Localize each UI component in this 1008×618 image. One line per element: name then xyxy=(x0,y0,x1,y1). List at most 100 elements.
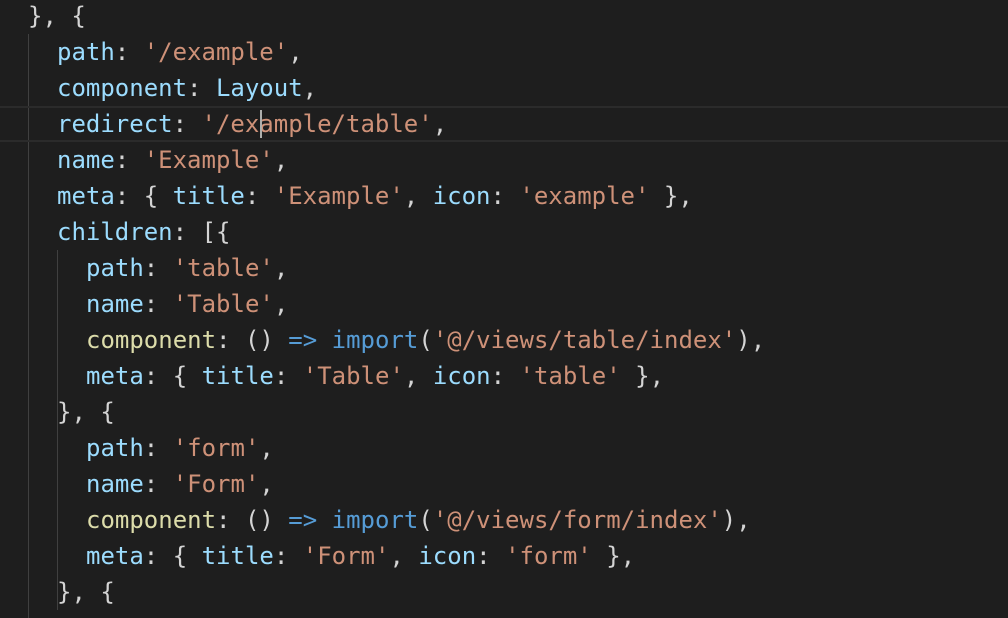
code-token: Layout xyxy=(215,74,303,102)
code-line-text: meta: { title: 'Table', icon: 'table' }, xyxy=(86,358,664,394)
code-token: ( xyxy=(418,506,433,534)
code-token: 'form' xyxy=(172,434,260,462)
code-token: , xyxy=(259,434,274,462)
code-token: }, xyxy=(591,542,636,570)
code-token: }, { xyxy=(57,578,115,606)
code-line[interactable]: name: 'Example', xyxy=(0,142,1008,178)
code-token: : [{ xyxy=(172,218,231,246)
code-editor[interactable]: }, {path: '/example', component: Layout, r… xyxy=(0,0,1008,618)
code-token: import xyxy=(331,326,419,354)
code-token: , xyxy=(273,290,289,318)
code-token: ), xyxy=(721,506,751,534)
code-token: : xyxy=(476,542,506,570)
code-token: 'Table' xyxy=(172,290,274,318)
code-line-current[interactable]: redirect: '/example/table', xyxy=(0,106,1008,142)
code-token: , xyxy=(302,74,318,102)
code-token: import xyxy=(331,506,419,534)
code-token: : xyxy=(143,290,173,318)
code-token: path xyxy=(57,38,115,66)
code-line-text: redirect: '/example/table', xyxy=(57,108,447,140)
code-token: '/example' xyxy=(143,38,289,66)
code-token: : xyxy=(273,362,303,390)
code-token: 'Form' xyxy=(302,542,390,570)
code-token: title xyxy=(172,182,245,210)
code-token: , xyxy=(389,542,419,570)
code-token: 'Form' xyxy=(172,470,260,498)
code-token: : xyxy=(490,182,520,210)
code-line[interactable]: name: 'Table', xyxy=(0,286,1008,322)
code-token: ), xyxy=(736,326,766,354)
code-token: 'Example' xyxy=(143,146,274,174)
code-line[interactable]: }, { xyxy=(0,394,1008,430)
code-token: }, xyxy=(620,362,665,390)
code-token: : xyxy=(490,362,520,390)
code-token: '@/views/form/index' xyxy=(432,506,722,534)
code-token: : { xyxy=(143,362,202,390)
code-line[interactable]: path: 'table', xyxy=(0,250,1008,286)
code-token: : () xyxy=(216,506,289,534)
code-token: meta xyxy=(86,362,144,390)
code-line[interactable]: children: [{ xyxy=(0,214,1008,250)
code-line[interactable]: meta: { title: 'Form', icon: 'form' }, xyxy=(0,538,1008,574)
code-token: title xyxy=(201,542,274,570)
code-token: name xyxy=(86,290,144,318)
code-token: => xyxy=(288,326,318,354)
code-token: component xyxy=(86,326,217,354)
code-token: }, { xyxy=(57,398,115,426)
code-token: , xyxy=(273,146,289,174)
code-token: , xyxy=(403,182,433,210)
code-line-text: }, { xyxy=(57,394,115,430)
code-token: , xyxy=(273,254,289,282)
code-token: name xyxy=(57,146,115,174)
code-line[interactable]: component: () => import('@/views/table/i… xyxy=(0,322,1008,358)
code-line-text: children: [{ xyxy=(57,214,230,250)
code-line[interactable]: meta: { title: 'Table', icon: 'table' }, xyxy=(0,358,1008,394)
code-token: }, { xyxy=(28,2,86,30)
code-token: : () xyxy=(216,326,289,354)
code-token: : xyxy=(244,182,274,210)
code-token: '@/views/table/index' xyxy=(432,326,737,354)
code-line[interactable]: path: '/example', xyxy=(0,34,1008,70)
code-line-text: meta: { title: 'Example', icon: 'example… xyxy=(57,178,693,214)
code-token: : xyxy=(143,254,173,282)
code-token: , xyxy=(403,362,433,390)
code-line-text: component: () => import('@/views/table/i… xyxy=(86,322,765,358)
code-line[interactable]: component: () => import('@/views/form/in… xyxy=(0,502,1008,538)
code-line-text: component: Layout, xyxy=(57,70,317,106)
code-line-text: name: 'Table', xyxy=(86,286,288,322)
code-token: path xyxy=(86,254,144,282)
code-line-text: path: 'form', xyxy=(86,430,274,466)
text-cursor xyxy=(260,110,263,138)
code-token: 'table' xyxy=(519,362,621,390)
code-token: meta xyxy=(86,542,144,570)
code-line[interactable]: }, { xyxy=(0,574,1008,610)
code-token: : xyxy=(172,110,202,138)
code-token: meta xyxy=(57,182,115,210)
code-token: : xyxy=(187,74,216,102)
code-token: icon xyxy=(432,182,491,210)
code-token: : { xyxy=(143,542,202,570)
code-line[interactable]: path: 'form', xyxy=(0,430,1008,466)
code-token: => xyxy=(288,506,318,534)
code-token: : xyxy=(114,38,144,66)
code-token: : xyxy=(143,470,173,498)
code-token: 'table' xyxy=(172,254,274,282)
code-token: 'example' xyxy=(519,182,650,210)
code-token: , xyxy=(259,470,274,498)
code-line-text: }, { xyxy=(28,0,86,34)
code-line[interactable]: }, { xyxy=(0,0,1008,34)
code-token: : xyxy=(143,434,173,462)
code-token: }, xyxy=(649,182,693,210)
code-token: : xyxy=(114,146,144,174)
code-line-text: }, { xyxy=(57,574,115,610)
code-line[interactable]: meta: { title: 'Example', icon: 'example… xyxy=(0,178,1008,214)
code-line[interactable]: component: Layout, xyxy=(0,70,1008,106)
code-token: component xyxy=(57,74,188,102)
code-token: ( xyxy=(418,326,433,354)
code-line[interactable]: name: 'Form', xyxy=(0,466,1008,502)
code-token: children xyxy=(57,218,173,246)
code-token: 'form' xyxy=(505,542,592,570)
code-token: 'Table' xyxy=(302,362,404,390)
